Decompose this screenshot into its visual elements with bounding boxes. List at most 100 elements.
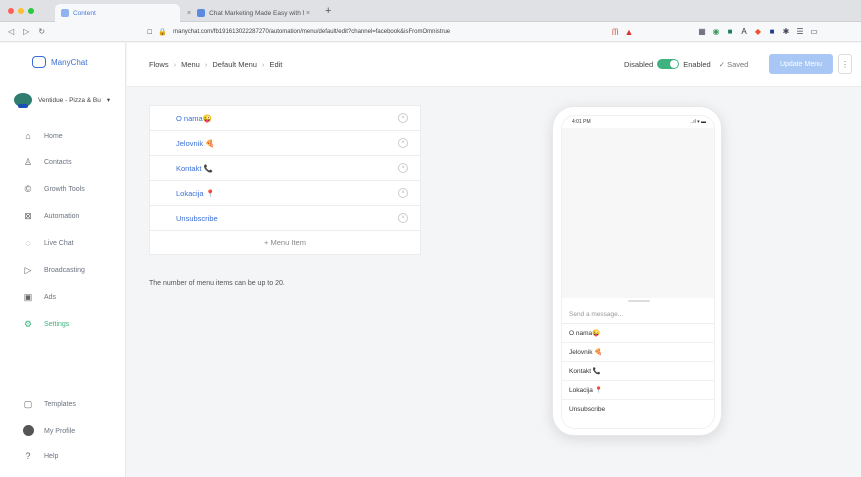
page-header: Flows › Menu › Default Menu › Edit Disab…	[127, 43, 861, 87]
home-icon: ⌂	[25, 131, 31, 141]
minimize-window-icon[interactable]	[18, 8, 24, 14]
extension-puzzle-icon[interactable]: ✱	[782, 27, 790, 36]
sidebar-item-home[interactable]: ⌂ Home	[22, 131, 63, 141]
chevron-down-icon: ▾	[106, 97, 111, 104]
menu-item-label: Unsubscribe	[176, 213, 218, 223]
extension-diamond-icon[interactable]: ◆	[754, 27, 762, 36]
page-avatar	[14, 93, 32, 108]
close-tab-icon[interactable]: ×	[187, 10, 191, 17]
forward-icon[interactable]: ▷	[23, 27, 29, 36]
sidebar-item-templates[interactable]: ▢ Templates	[22, 399, 76, 410]
sidebar-item-help[interactable]: ? Help	[22, 451, 58, 461]
sidebar-item-growth-tools[interactable]: © Growth Tools	[22, 184, 85, 194]
chat-area	[562, 128, 714, 298]
menu-item-list: O nama😜 × Jelovnik 🍕 × Kontakt 📞 × Lokac…	[149, 105, 421, 255]
sidebar-item-ads[interactable]: ▣ Ads	[22, 292, 56, 303]
remove-item-icon[interactable]: ×	[398, 188, 408, 198]
page-name: Ventidue - Pizza & Bu	[38, 96, 101, 104]
menu-status-toggle-group: Disabled Enabled ✓ Saved	[624, 59, 748, 69]
breadcrumb-separator-icon: ›	[204, 60, 208, 69]
new-tab-button[interactable]: +	[325, 5, 331, 17]
logo-text: ManyChat	[51, 57, 88, 67]
extension-window-icon[interactable]: ▭	[810, 27, 818, 36]
extension-square-icon[interactable]: ■	[768, 27, 776, 36]
update-menu-button[interactable]: Update Menu	[769, 54, 833, 74]
extension-grid-icon[interactable]: ▦	[698, 27, 706, 36]
menu-item[interactable]: Kontakt 📞 ×	[149, 155, 421, 180]
menu-item[interactable]: Lokacija 📍 ×	[149, 180, 421, 205]
bookmark-icon[interactable]: ☐	[147, 29, 152, 36]
signal-battery-icon: ..ıl ▾ ▬	[690, 119, 706, 125]
extension-icon[interactable]: ᗰ	[612, 27, 619, 38]
remove-item-icon[interactable]: ×	[398, 213, 408, 223]
browser-tab-strip: Content × Chat Marketing Made Easy with …	[0, 0, 861, 22]
extension-chrome-icon[interactable]: ◉	[712, 27, 720, 36]
menu-item-label: Lokacija 📍	[176, 188, 215, 198]
preview-menu-item: Jelovnik 🍕	[562, 343, 714, 362]
sidebar-item-label: My Profile	[44, 428, 76, 435]
close-tab-icon[interactable]: ×	[306, 10, 310, 17]
window-controls	[8, 8, 34, 14]
more-options-button[interactable]: ⋮	[838, 54, 852, 74]
menu-item[interactable]: Unsubscribe ×	[149, 205, 421, 230]
close-window-icon[interactable]	[8, 8, 14, 14]
browser-tab-content[interactable]: Content	[55, 4, 180, 22]
sidebar-item-label: Contacts	[44, 159, 72, 166]
back-icon[interactable]: ◁	[8, 27, 14, 36]
sidebar-item-broadcasting[interactable]: ▷ Broadcasting	[22, 265, 85, 276]
phone-preview: 4:01 PM ..ıl ▾ ▬ Send a message... O nam…	[552, 106, 722, 436]
menu-item[interactable]: O nama😜 ×	[149, 105, 421, 130]
manychat-favicon-icon	[61, 9, 69, 17]
extension-list-icon[interactable]: ☰	[796, 27, 804, 36]
sidebar-item-my-profile[interactable]: My Profile	[22, 425, 75, 438]
warning-icon[interactable]: ▲	[625, 27, 634, 38]
add-menu-item-button[interactable]: + Menu Item	[149, 230, 421, 255]
menu-item-label: O nama😜	[176, 113, 213, 123]
drag-handle	[628, 300, 650, 302]
sidebar-item-contacts[interactable]: ♙ Contacts	[22, 157, 72, 168]
breadcrumb-edit: Edit	[269, 60, 283, 69]
remove-item-icon[interactable]: ×	[398, 138, 408, 148]
sidebar-item-label: Growth Tools	[44, 185, 85, 193]
broadcasting-icon: ▷	[24, 265, 32, 275]
sidebar-item-label: Help	[44, 452, 59, 460]
message-composer: Send a message...	[562, 306, 714, 324]
sidebar-item-label: Live Chat	[44, 239, 74, 247]
sidebar-item-live-chat[interactable]: ◌ Live Chat	[22, 238, 74, 248]
preview-menu-item: Unsubscribe	[569, 406, 606, 413]
breadcrumb-separator-icon: ›	[173, 60, 177, 69]
sidebar-item-label: Home	[44, 132, 63, 140]
manychat-logo[interactable]: ManyChat	[32, 56, 87, 68]
url-text: manychat.com/fb191613022287270/automatio…	[173, 29, 451, 35]
manychat-logo-icon	[32, 56, 46, 68]
extension-a-icon[interactable]: A	[740, 27, 748, 36]
breadcrumb-flows[interactable]: Flows	[149, 60, 169, 69]
preview-menu-item: Lokacija 📍	[562, 381, 714, 400]
phone-time: 4:01 PM	[572, 119, 591, 125]
remove-item-icon[interactable]: ×	[398, 163, 408, 173]
manychat-favicon-icon	[197, 9, 206, 17]
browser-toolbar: ◁ ▷ ↻ ☐ 🔒 manychat.com/fb191613022287270…	[0, 22, 861, 42]
menu-item[interactable]: Jelovnik 🍕 ×	[149, 130, 421, 155]
enabled-toggle[interactable]	[657, 59, 680, 69]
maximize-window-icon[interactable]	[28, 8, 34, 14]
disabled-label: Disabled	[624, 59, 654, 69]
menu-item-label: Jelovnik 🍕	[176, 138, 215, 148]
sidebar-item-label: Templates	[44, 401, 76, 408]
tab-label: Content	[73, 9, 96, 17]
breadcrumb-menu[interactable]: Menu	[181, 60, 200, 69]
sidebar-item-settings[interactable]: ⚙ Settings	[22, 319, 69, 330]
remove-item-icon[interactable]: ×	[398, 113, 408, 123]
sidebar-item-automation[interactable]: ⊠ Automation	[22, 211, 79, 222]
extension-b-icon[interactable]: ■	[726, 27, 734, 36]
phone-screen: 4:01 PM ..ıl ▾ ▬ Send a message... O nam…	[561, 115, 715, 429]
profile-icon	[22, 425, 34, 438]
templates-icon: ▢	[23, 399, 33, 409]
page-selector[interactable]: Ventidue - Pizza & Bu ▾	[14, 93, 111, 108]
saved-status: ✓ Saved	[718, 59, 749, 69]
reload-icon[interactable]: ↻	[38, 27, 45, 36]
menu-item-label: Kontakt 📞	[176, 163, 213, 173]
browser-tab-chat-marketing[interactable]: × Chat Marketing Made Easy with Ma ×	[181, 4, 316, 22]
breadcrumb-default-menu[interactable]: Default Menu	[212, 60, 257, 69]
address-bar[interactable]: ☐ 🔒 manychat.com/fb191613022287270/autom…	[145, 25, 557, 39]
